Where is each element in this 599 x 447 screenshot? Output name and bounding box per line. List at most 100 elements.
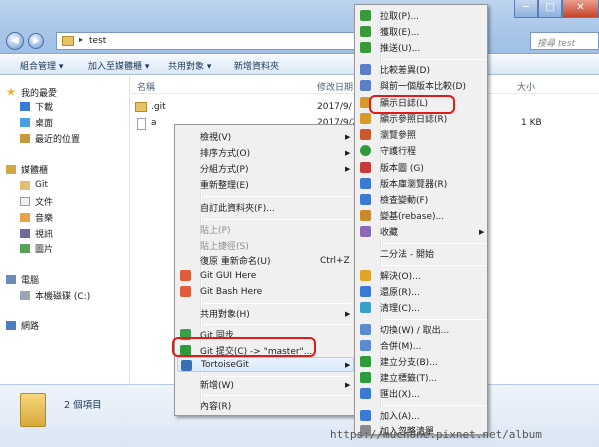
address-bar[interactable]: ▸ test: [56, 32, 356, 50]
nav-libraries[interactable]: 媒體櫃: [6, 163, 48, 176]
menu-item-ref-log[interactable]: 顯示參照日誌(R): [357, 111, 485, 126]
menu-item-diff-previous[interactable]: 與前一個版本比較(D): [357, 78, 485, 93]
menu-item-label: 與前一個版本比較(D): [380, 82, 466, 92]
nav-downloads-label: 下載: [35, 102, 54, 113]
menu-item-paste[interactable]: 貼上(P): [177, 222, 352, 237]
nav-music[interactable]: 音樂: [20, 211, 53, 224]
add-to-library-button[interactable]: 加入至媒體櫃 ▾: [88, 59, 149, 72]
computer-icon: [6, 274, 16, 284]
menu-item-daemon[interactable]: 守護行程: [357, 143, 485, 158]
maximize-button[interactable]: □: [538, 0, 562, 18]
desktop-icon: [20, 117, 30, 127]
menu-item-export[interactable]: 匯出(X)...: [357, 386, 485, 401]
nav-recent[interactable]: 最近的位置: [20, 132, 80, 145]
menu-item-paste-shortcut[interactable]: 貼上捷徑(S): [177, 238, 352, 253]
menu-item-resolve[interactable]: 解決(O)...: [357, 268, 485, 283]
organize-button[interactable]: 組合管理 ▾: [20, 59, 63, 72]
column-size[interactable]: 大小: [517, 80, 535, 93]
minimize-button[interactable]: ─: [514, 0, 538, 18]
menu-item-revert[interactable]: 還原(R)...: [357, 284, 485, 299]
nav-documents[interactable]: 文件: [20, 195, 53, 208]
column-name[interactable]: 名稱: [137, 80, 155, 93]
menu-item-browse-refs[interactable]: 瀏覽參照: [357, 127, 485, 142]
menu-item-label: 貼上(P): [200, 226, 231, 236]
close-button[interactable]: ✕: [562, 0, 599, 18]
menu-item-check-modifications[interactable]: 檢查變動(F): [357, 192, 485, 207]
create-tag-icon: [360, 372, 371, 383]
menu-item-label: 顯示參照日誌(R): [380, 115, 448, 125]
nav-favorites-label: 我的最愛: [21, 88, 58, 99]
menu-item-properties[interactable]: 內容(R): [177, 398, 352, 413]
rebase-icon: [360, 210, 371, 221]
menu-item-label: 收藏: [380, 228, 399, 238]
repo-browser-icon: [360, 178, 371, 189]
menu-item-git-sync[interactable]: Git 同步...: [177, 327, 352, 342]
menu-item-label: 新增(W): [200, 381, 234, 391]
menu-item-view[interactable]: 檢視(V) ▶: [177, 129, 352, 144]
menu-item-push[interactable]: 推送(U)...: [357, 40, 485, 55]
forward-button[interactable]: ▶: [28, 33, 44, 49]
menu-item-stash[interactable]: 收藏 ▶: [357, 224, 485, 239]
menu-item-label: 合併(M)...: [380, 342, 422, 352]
revert-icon: [360, 286, 371, 297]
menu-item-label: 建立分支(B)...: [380, 358, 438, 368]
menu-item-label: Git Bash Here: [200, 286, 263, 297]
nav-desktop[interactable]: 桌面: [20, 116, 53, 129]
menu-separator: [203, 219, 351, 220]
menu-item-new[interactable]: 新增(W) ▶: [177, 377, 352, 392]
menu-item-label: 檢視(V): [200, 133, 232, 143]
menu-item-diff[interactable]: 比較差異(D): [357, 62, 485, 77]
menu-item-tortoisegit[interactable]: TortoiseGit ▶: [177, 357, 354, 372]
menu-item-customize-folder[interactable]: 自訂此資料夾(F)...: [177, 200, 352, 215]
nav-git[interactable]: Git: [20, 179, 48, 191]
nav-local-disk[interactable]: 本機磁碟 (C:): [20, 289, 90, 302]
menu-item-group-by[interactable]: 分組方式(P) ▶: [177, 161, 352, 176]
menu-item-create-branch[interactable]: 建立分支(B)...: [357, 354, 485, 369]
context-menu: 檢視(V) ▶ 排序方式(O) ▶ 分組方式(P) ▶ 重新整理(E) 自訂此資料夾(…: [174, 124, 355, 416]
menu-item-pull[interactable]: 拉取(P)...: [357, 8, 485, 23]
nav-pictures[interactable]: 圖片: [20, 242, 53, 255]
breadcrumb-separator-icon: ▸: [79, 35, 84, 44]
menu-separator: [383, 319, 486, 320]
menu-item-share-with[interactable]: 共用對象(H) ▶: [177, 306, 352, 321]
menu-item-fetch[interactable]: 獲取(E)...: [357, 24, 485, 39]
search-placeholder: 搜尋 test: [537, 39, 576, 49]
resolve-icon: [360, 270, 371, 281]
folder-large-icon: [20, 393, 46, 427]
share-with-button[interactable]: 共用對象 ▾: [168, 59, 211, 72]
menu-item-show-log[interactable]: 顯示日誌(L): [357, 95, 485, 110]
menu-separator: [383, 405, 486, 406]
nav-videos[interactable]: 視訊: [20, 227, 53, 240]
menu-item-git-gui[interactable]: Git GUI Here: [177, 268, 352, 283]
new-folder-button[interactable]: 新增資料夾: [234, 59, 279, 72]
menu-item-merge[interactable]: 合併(M)...: [357, 338, 485, 353]
nav-computer[interactable]: 電腦: [6, 273, 39, 286]
menu-item-undo-rename[interactable]: 復原 重新命名(U) Ctrl+Z: [177, 253, 352, 268]
network-icon: [6, 320, 16, 330]
menu-item-label: 解決(O)...: [380, 272, 421, 282]
menu-item-clean[interactable]: 清理(C)...: [357, 300, 485, 315]
menu-item-git-bash[interactable]: Git Bash Here: [177, 284, 352, 299]
menu-item-git-commit[interactable]: Git 提交(C) -> "master"...: [177, 343, 352, 358]
menu-item-add[interactable]: 加入(A)...: [357, 408, 485, 423]
nav-favorites[interactable]: 我的最愛: [6, 86, 58, 99]
menu-item-label: 分組方式(P): [200, 165, 249, 175]
menu-item-bisect[interactable]: 二分法 - 開始: [357, 246, 485, 261]
search-input[interactable]: 搜尋 test: [530, 32, 599, 50]
nav-network[interactable]: 網路: [6, 319, 39, 332]
menu-item-repo-browser[interactable]: 版本庫瀏覽器(R): [357, 176, 485, 191]
submenu-arrow-icon: ▶: [345, 380, 351, 389]
menu-item-revision-graph[interactable]: 版本圖 (G): [357, 160, 485, 175]
menu-item-rebase[interactable]: 變基(rebase)...: [357, 208, 485, 223]
menu-item-create-tag[interactable]: 建立標籤(T)...: [357, 370, 485, 385]
export-icon: [360, 388, 371, 399]
nav-downloads[interactable]: 下載: [20, 100, 54, 113]
column-date[interactable]: 修改日期: [317, 80, 353, 93]
menu-item-label: 拉取(P)...: [380, 12, 420, 22]
menu-item-sort-by[interactable]: 排序方式(O) ▶: [177, 145, 352, 160]
menu-item-switch-checkout[interactable]: 切換(W) / 取出...: [357, 322, 485, 337]
back-button[interactable]: ◀: [6, 32, 24, 50]
recent-places-icon: [20, 133, 30, 143]
menu-item-refresh[interactable]: 重新整理(E): [177, 177, 352, 192]
shortcut-label: Ctrl+Z: [320, 255, 350, 266]
